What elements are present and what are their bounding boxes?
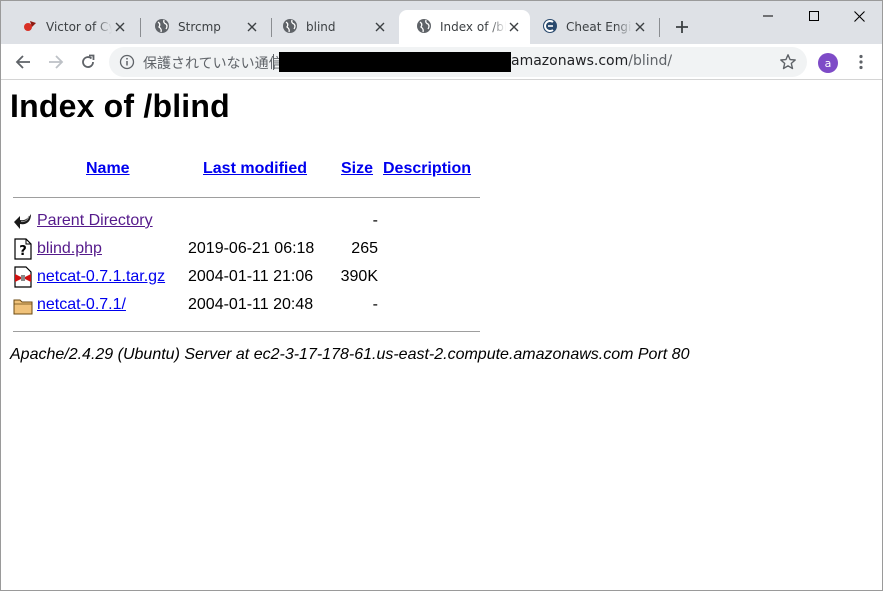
tab-victor[interactable]: Victor of Cyb: [5, 10, 136, 44]
tab-title: Cheat Engine: [566, 20, 632, 34]
browser-window: Victor of Cyb Strcmp blind: [0, 0, 883, 591]
tab-title: Index of /blind: [440, 20, 506, 34]
file-size: -: [372, 296, 378, 313]
globe-icon: [416, 18, 432, 37]
forward-button[interactable]: [44, 50, 68, 74]
url-host: amazonaws.com: [511, 53, 629, 69]
tab-strcmp[interactable]: Strcmp: [137, 10, 268, 44]
url-text: amazonaws.com/blind/: [511, 53, 672, 69]
tab-separator: [659, 18, 660, 37]
file-link[interactable]: netcat-0.7.1/: [37, 296, 126, 314]
separator: [273, 54, 274, 70]
red-media-icon: [22, 18, 38, 37]
file-modified: 2004-01-11 20:48: [188, 296, 314, 313]
address-bar[interactable]: 保護されていない通信 amazonaws.com/blind/: [109, 47, 807, 77]
page-title: Index of /blind: [10, 88, 230, 124]
table-row: Parent Directory -: [10, 210, 490, 232]
page-content: Index of /blind Name Last modified Size …: [1, 81, 882, 590]
file-link[interactable]: Parent Directory: [37, 212, 153, 230]
reload-button[interactable]: [76, 50, 100, 74]
maximize-icon: [809, 11, 819, 21]
close-icon[interactable]: [632, 19, 648, 35]
redacted-region: [279, 52, 511, 72]
arrow-right-icon: [49, 55, 64, 69]
avatar-letter: a: [824, 56, 832, 70]
svg-text:?: ?: [19, 244, 27, 259]
cheat-engine-icon: [542, 18, 558, 37]
minimize-icon: [763, 15, 773, 17]
server-signature: Apache/2.4.29 (Ubuntu) Server at ec2-3-1…: [10, 346, 690, 363]
tab-title: blind: [306, 20, 336, 34]
divider: [13, 331, 480, 332]
tab-title: Strcmp: [178, 20, 221, 34]
file-modified: 2019-06-21 06:18: [188, 240, 315, 257]
tab-title: Victor of Cyb: [46, 20, 112, 34]
close-icon: [853, 10, 865, 22]
close-icon[interactable]: [372, 19, 388, 35]
table-row: netcat-0.7.1.tar.gz 2004-01-11 21:06 390…: [10, 266, 490, 288]
column-header-last-modified[interactable]: Last modified: [203, 160, 307, 178]
reload-icon: [82, 54, 95, 68]
security-label: 保護されていない通信: [143, 56, 283, 72]
compressed-file-icon: [13, 266, 33, 288]
info-icon[interactable]: [119, 54, 135, 70]
unknown-file-icon: ?: [13, 238, 33, 260]
column-header-size[interactable]: Size: [341, 160, 373, 178]
close-icon[interactable]: [244, 19, 260, 35]
table-row: ? blind.php 2019-06-21 06:18 265: [10, 238, 490, 260]
file-link[interactable]: blind.php: [37, 240, 102, 258]
tab-cheat-engine[interactable]: Cheat Engine: [525, 10, 656, 44]
close-icon[interactable]: [506, 19, 522, 35]
file-modified: 2004-01-11 21:06: [188, 268, 314, 285]
file-size: -: [372, 212, 378, 229]
plus-icon: [676, 21, 688, 33]
toolbar: 保護されていない通信 amazonaws.com/blind/ a: [1, 44, 882, 80]
file-size: 390K: [340, 268, 378, 285]
divider: [13, 197, 480, 198]
column-header-name[interactable]: Name: [86, 160, 130, 178]
tab-strip: Victor of Cyb Strcmp blind: [1, 1, 882, 44]
back-button[interactable]: [11, 50, 35, 74]
close-window-button[interactable]: [836, 1, 882, 31]
more-vert-icon: [859, 54, 863, 70]
back-arrow-icon: [13, 210, 33, 232]
table-row: netcat-0.7.1/ 2004-01-11 20:48 -: [10, 294, 490, 316]
close-icon[interactable]: [112, 19, 128, 35]
menu-button[interactable]: [849, 50, 873, 74]
maximize-button[interactable]: [791, 1, 837, 31]
avatar[interactable]: a: [818, 53, 838, 73]
tab-index-of-blind[interactable]: Index of /blind: [399, 10, 530, 44]
file-size: 265: [351, 240, 378, 257]
new-tab-button[interactable]: [670, 15, 694, 39]
globe-icon: [154, 18, 170, 37]
bookmark-star-icon[interactable]: [779, 53, 797, 71]
folder-icon: [13, 294, 33, 316]
arrow-left-icon: [15, 55, 30, 69]
column-header-description[interactable]: Description: [383, 160, 471, 178]
globe-icon: [282, 18, 298, 37]
file-link[interactable]: netcat-0.7.1.tar.gz: [37, 268, 165, 286]
minimize-button[interactable]: [745, 1, 791, 31]
url-path: /blind/: [628, 53, 673, 69]
tab-blind[interactable]: blind: [265, 10, 396, 44]
